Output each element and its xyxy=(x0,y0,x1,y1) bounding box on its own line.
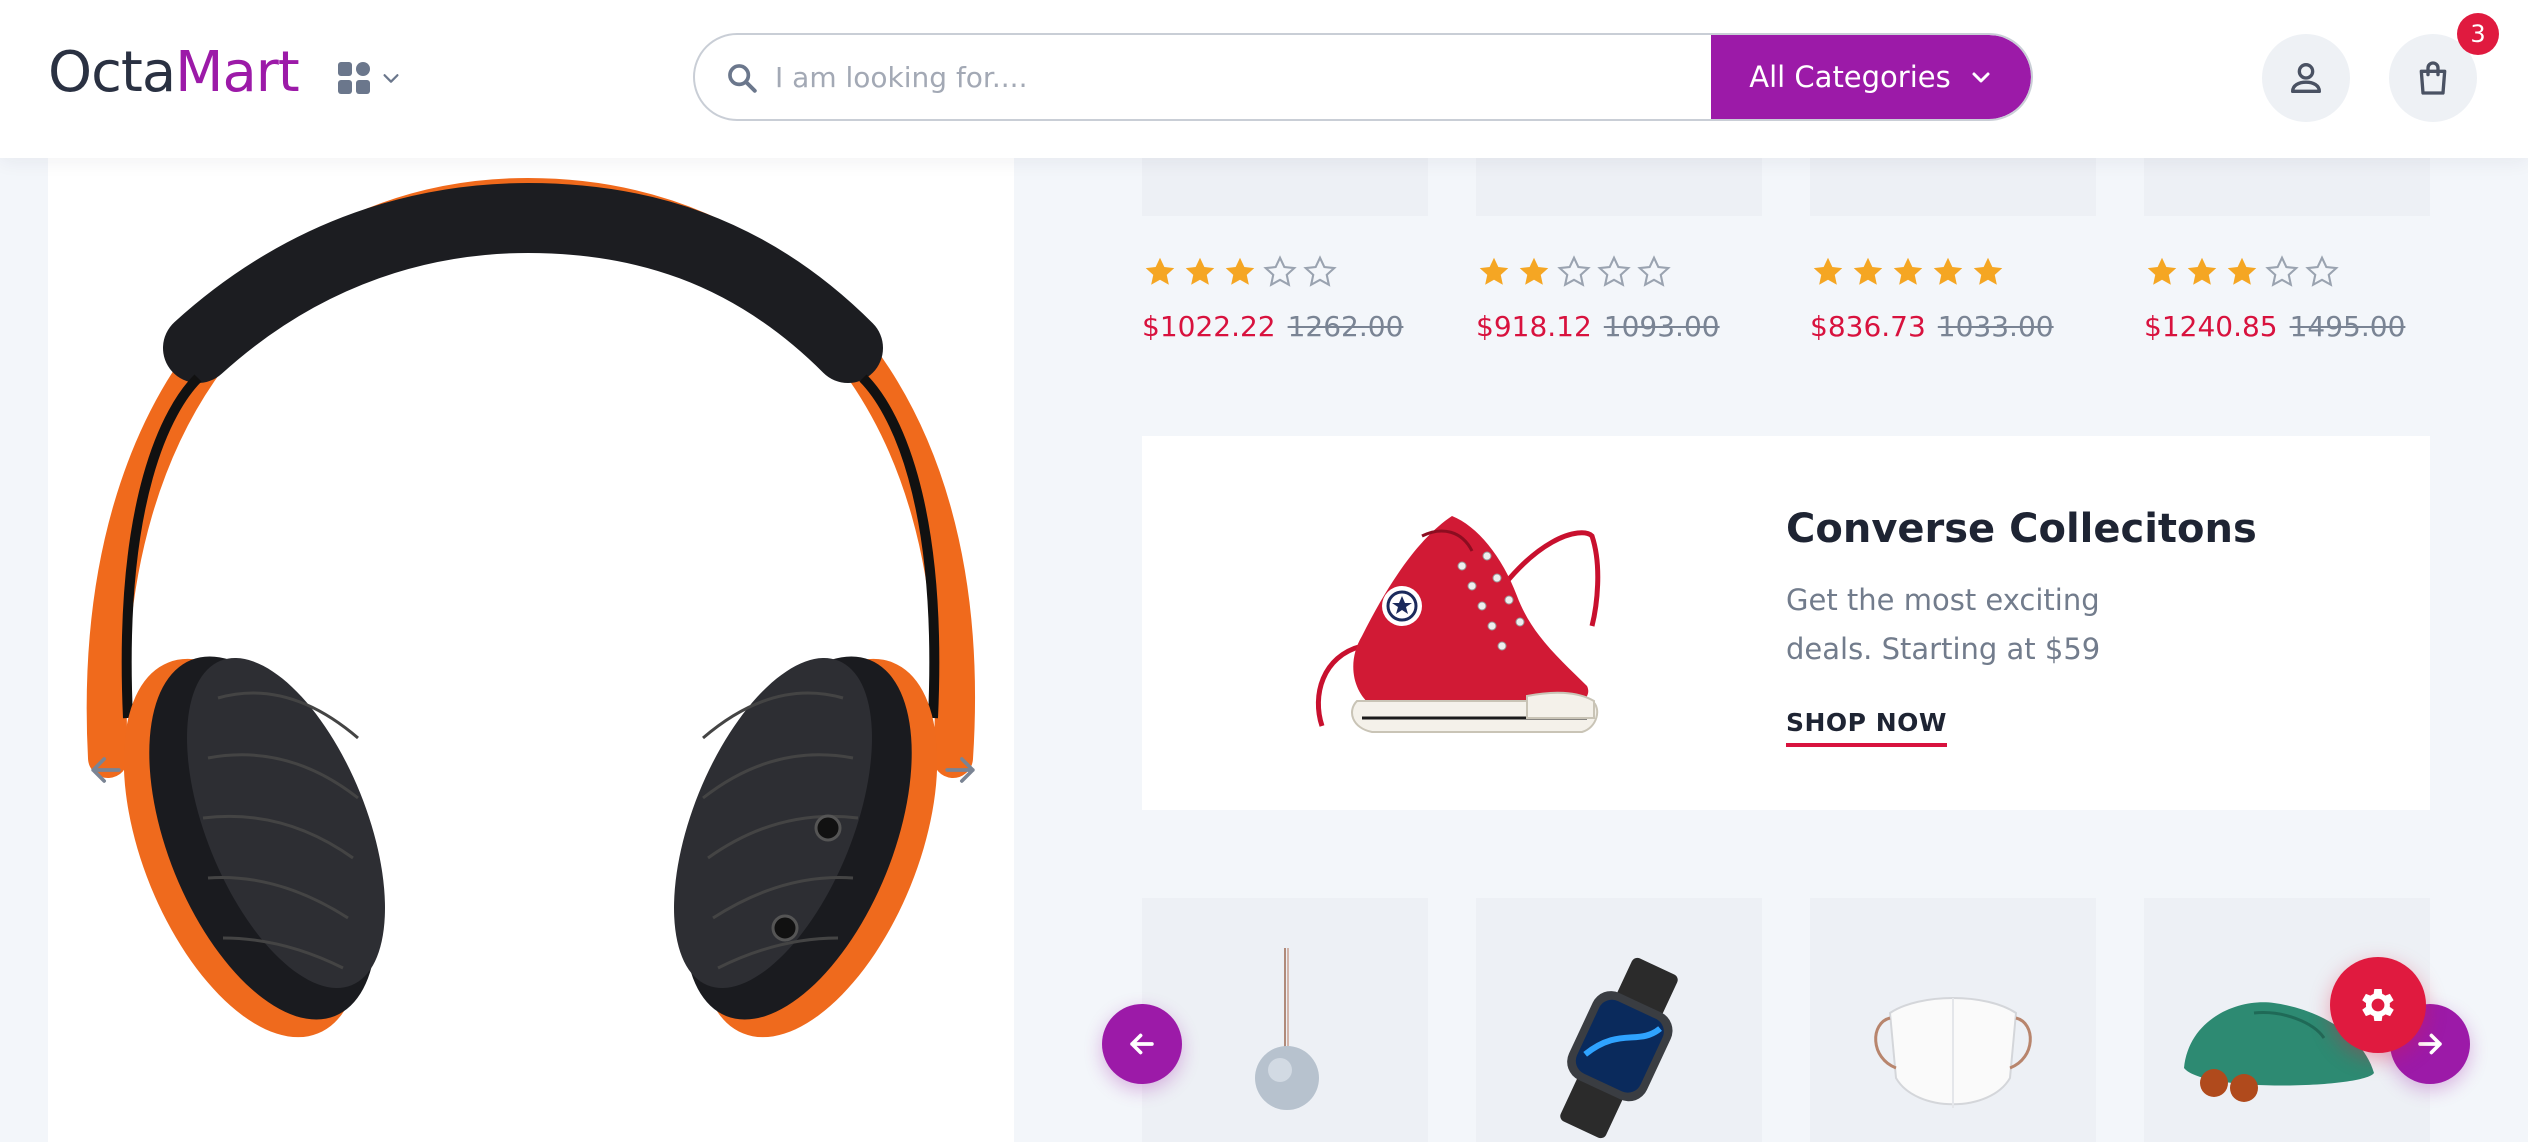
original-price: 1033.00 xyxy=(1937,310,2054,343)
star-rating xyxy=(2144,254,2340,290)
categories-menu-toggle[interactable] xyxy=(338,58,410,98)
original-price: 1495.00 xyxy=(2289,310,2406,343)
star-rating xyxy=(1142,254,1338,290)
pendant-image xyxy=(1255,948,1319,1110)
shopping-bag-icon xyxy=(2419,61,2447,95)
cart-count-badge: 3 xyxy=(2457,13,2499,55)
star-filled-icon xyxy=(2227,257,2257,285)
star-filled-icon xyxy=(1185,257,1215,285)
banner-description: Get the most exciting deals. Starting at… xyxy=(1786,583,2101,666)
star-empty-icon xyxy=(1263,255,1297,287)
arrow-left-icon xyxy=(1130,1033,1154,1055)
promo-banner: Converse Collecitons Get the most exciti… xyxy=(1142,436,2430,810)
search-bar: All Categories xyxy=(693,33,2033,121)
product-price: $1022.22 1262.00 xyxy=(1142,310,1403,343)
red-sneaker-image xyxy=(1315,516,1601,733)
chevron-down-icon xyxy=(1972,72,1990,83)
carousel-prev-button[interactable] xyxy=(1102,1004,1182,1084)
logo-part-octa: Octa xyxy=(48,40,176,105)
star-rating xyxy=(1476,254,1672,290)
star-filled-icon xyxy=(1225,257,1255,285)
logo-part-mart: Mart xyxy=(175,40,300,105)
all-categories-label: All Categories xyxy=(1749,60,1951,94)
star-empty-icon xyxy=(1597,255,1631,287)
product-card-image[interactable] xyxy=(2144,158,2430,216)
settings-button[interactable] xyxy=(2330,957,2426,1053)
sale-price: $1240.85 xyxy=(2144,310,2278,343)
product-price: $1240.85 1495.00 xyxy=(2144,310,2405,343)
product-card-face-mask[interactable] xyxy=(1810,898,2096,1142)
star-filled-icon xyxy=(1933,257,1963,285)
star-filled-icon xyxy=(1145,257,1175,285)
logo[interactable]: OctaMart xyxy=(48,38,300,108)
star-filled-icon xyxy=(2147,257,2177,285)
smartwatch-image xyxy=(1560,957,1678,1139)
star-filled-icon xyxy=(1479,257,1509,285)
shop-now-link[interactable]: SHOP NOW xyxy=(1786,708,1947,747)
all-categories-button[interactable]: All Categories xyxy=(1711,35,2031,119)
star-rating xyxy=(1810,254,2006,290)
product-card-image[interactable] xyxy=(1142,158,1428,216)
product-card-pendant[interactable] xyxy=(1142,898,1428,1142)
star-empty-icon xyxy=(2265,255,2299,287)
original-price: 1262.00 xyxy=(1287,310,1404,343)
product-card-image[interactable] xyxy=(1476,158,1762,216)
face-mask-image xyxy=(1874,997,2032,1108)
star-empty-icon xyxy=(1303,255,1337,287)
star-empty-icon xyxy=(1637,255,1671,287)
user-icon xyxy=(2291,62,2321,94)
star-filled-icon xyxy=(1973,257,2003,285)
product-card-image[interactable] xyxy=(1810,158,2096,216)
grid-icon xyxy=(338,62,370,94)
star-filled-icon xyxy=(2187,257,2217,285)
hero-product-image[interactable] xyxy=(48,158,1014,1142)
headphones-image xyxy=(86,177,975,1038)
star-empty-icon xyxy=(1557,255,1591,287)
star-filled-icon xyxy=(1519,257,1549,285)
arrow-left-icon[interactable] xyxy=(84,748,128,792)
sale-price: $1022.22 xyxy=(1142,310,1276,343)
gear-icon xyxy=(2362,989,2394,1021)
account-button[interactable] xyxy=(2262,34,2350,122)
search-input[interactable] xyxy=(775,35,1675,119)
product-price: $836.73 1033.00 xyxy=(1810,310,2054,343)
sale-price: $836.73 xyxy=(1810,310,1926,343)
arrow-right-icon[interactable] xyxy=(938,748,982,792)
chevron-down-icon xyxy=(383,74,399,83)
product-card-smartwatch[interactable] xyxy=(1476,898,1762,1142)
original-price: 1093.00 xyxy=(1603,310,1720,343)
product-price: $918.12 1093.00 xyxy=(1476,310,1720,343)
star-empty-icon xyxy=(2305,255,2339,287)
banner-title: Converse Collecitons xyxy=(1786,506,2257,552)
star-filled-icon xyxy=(1853,257,1883,285)
site-header: OctaMart All Categories 3 xyxy=(0,0,2528,158)
search-icon xyxy=(728,64,757,93)
star-filled-icon xyxy=(1813,257,1843,285)
arrow-right-icon xyxy=(2418,1033,2442,1055)
sale-price: $918.12 xyxy=(1476,310,1592,343)
star-filled-icon xyxy=(1893,257,1923,285)
